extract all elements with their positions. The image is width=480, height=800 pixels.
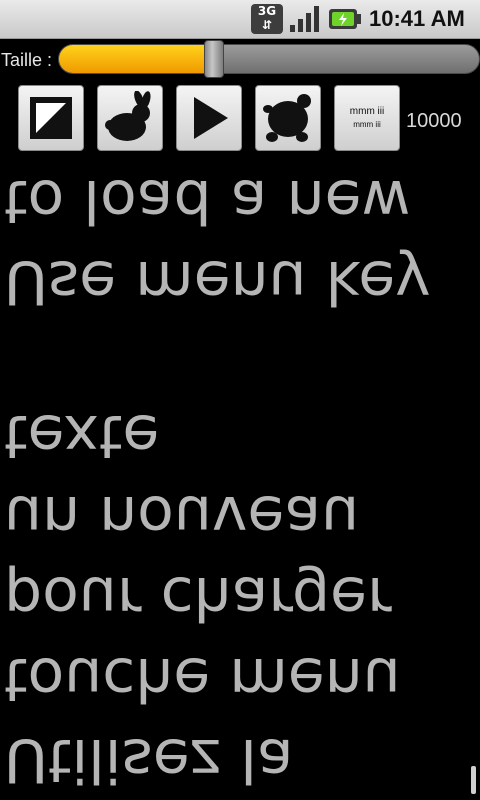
text-line: Use menu key: [4, 247, 431, 317]
size-label: Taille :: [1, 50, 53, 70]
text-line: [0, 322, 470, 395]
mirror-toggle-icon: [30, 97, 72, 139]
text-line: touche menu: [4, 644, 401, 714]
turtle-slow-icon: [263, 94, 311, 142]
size-slider[interactable]: [58, 44, 480, 74]
data-arrows: ⇵: [261, 18, 273, 32]
signal-strength-icon: [290, 6, 319, 32]
scrollbar[interactable]: [471, 766, 476, 794]
network-3g-icon: 3G ⇵: [251, 4, 283, 34]
battery-charging-icon: [329, 9, 361, 29]
play-icon: [194, 97, 228, 139]
clock: 10:41 AM: [369, 6, 465, 31]
text-line: to load a new: [4, 166, 411, 236]
text-format-button[interactable]: mmm iii mmm iii: [334, 85, 400, 151]
text-line: texte: [4, 401, 160, 471]
prompter-text-area[interactable]: Utilisez la touche menu pour charger un …: [0, 160, 470, 800]
speed-counter: 10000: [406, 110, 462, 132]
rabbit-fast-icon: [105, 91, 151, 141]
size-slider-fill: [59, 45, 215, 73]
text-line: Utilisez la: [4, 725, 294, 795]
prompter-text-flipped: Utilisez la touche menu pour charger un …: [0, 160, 470, 800]
mirror-toggle-button[interactable]: [18, 85, 84, 151]
status-bar: 3G ⇵ 10:41 AM: [0, 0, 480, 39]
format-line-1: mmm iii: [349, 106, 385, 117]
speed-up-button[interactable]: [97, 85, 163, 151]
network-type: 3G: [257, 4, 277, 18]
size-slider-thumb[interactable]: [204, 40, 224, 78]
text-line: un nouveau: [4, 482, 360, 552]
slow-down-button[interactable]: [255, 85, 321, 151]
play-button[interactable]: [176, 85, 242, 151]
text-line: pour charger: [4, 563, 392, 633]
format-line-2: mmm iii: [353, 120, 381, 129]
